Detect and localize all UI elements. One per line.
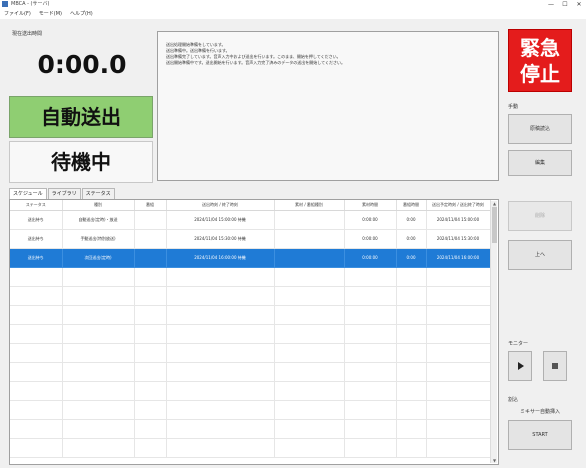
close-icon[interactable]: ✕ xyxy=(572,0,586,9)
cell-program-time: 0:00 xyxy=(396,229,427,249)
table-row-empty xyxy=(10,381,491,401)
table-row-selected[interactable]: 送出待ち 次回送出(定時) 2024/11/04 16:00:00 待機 0:0… xyxy=(10,248,491,268)
cell-status: 送出待ち xyxy=(10,229,63,249)
cell-program-time: 0:00 xyxy=(396,210,427,230)
table-scrollbar[interactable]: ▲ ▼ xyxy=(490,201,497,463)
table-row-empty xyxy=(10,305,491,325)
log-line: 送出開始準備中です。送出開始を行います。音声入力完了済みのデータの送出を開始して… xyxy=(166,60,345,65)
table-row-empty xyxy=(10,286,491,306)
menu-help[interactable]: ヘルプ(H) xyxy=(70,9,93,19)
table-row-empty xyxy=(10,438,491,458)
table-header: ステータス 種別 番組 送出時刻 / 終了時刻 素材 / 番組種別 素材時間 番… xyxy=(10,200,491,211)
cell-duration: 0:00:00 xyxy=(344,229,397,249)
table-row-empty xyxy=(10,400,491,420)
edit-button[interactable]: 編集 xyxy=(508,150,572,176)
cell-duration: 0:00:00 xyxy=(344,248,397,268)
monitor-label: モニター xyxy=(508,341,529,347)
emergency-stop-line2: 停止 xyxy=(520,61,560,86)
emergency-stop-line1: 緊急 xyxy=(520,35,560,60)
table-row-empty xyxy=(10,362,491,382)
scroll-down-icon[interactable]: ▼ xyxy=(491,458,498,463)
cell-material xyxy=(274,229,345,249)
table-row[interactable]: 送出待ち 自動送出(定時)・放送 2024/11/04 15:00:00 待機 … xyxy=(10,210,491,230)
emergency-stop-button[interactable]: 緊急 停止 xyxy=(508,29,572,92)
elapsed-timer: 0:00.0 xyxy=(37,50,127,79)
scrollbar-thumb[interactable] xyxy=(492,207,497,243)
table-row-empty xyxy=(10,343,491,363)
table-row[interactable]: 送出待ち 手動送出(特別放送) 2024/11/04 15:30:00 待機 0… xyxy=(10,229,491,249)
elapsed-label: 現在送出時間 xyxy=(12,31,43,37)
cell-time: 2024/11/04 15:00:00 待機 xyxy=(166,210,275,230)
cell-program-time: 0:00 xyxy=(396,248,427,268)
menu-mode[interactable]: モード(M) xyxy=(39,9,62,19)
cell-type: 次回送出(定時) xyxy=(62,248,135,268)
stop-icon xyxy=(552,363,558,369)
cell-time: 2024/11/04 16:00:00 待機 xyxy=(166,248,275,268)
menu-bar: ファイル(F) モード(M) ヘルプ(H) xyxy=(0,9,586,19)
delete-button[interactable]: 削除 xyxy=(508,201,572,231)
column-header[interactable]: 素材 / 番組種別 xyxy=(274,200,345,211)
cell-scheduled: 2024/11/04 15:30:00 xyxy=(426,229,491,249)
insert-caption: ミキサー自動挿入 xyxy=(520,409,561,415)
window-controls: — ☐ ✕ xyxy=(544,0,586,9)
cell-status: 送出待ち xyxy=(10,248,63,268)
cell-scheduled: 2024/11/04 15:00:00 xyxy=(426,210,491,230)
insert-label: 割込 xyxy=(508,397,519,403)
column-header[interactable]: 番組 xyxy=(134,200,167,211)
table-row-empty xyxy=(10,324,491,344)
manual-read-button[interactable]: 原稿読込 xyxy=(508,114,572,144)
auto-send-indicator: 自動送出 xyxy=(9,96,153,138)
table-row-empty xyxy=(10,419,491,439)
cell-program xyxy=(134,229,167,249)
scroll-up-icon[interactable]: ▲ xyxy=(491,201,498,206)
column-header[interactable]: 送出予定時刻 / 送出終了時刻 xyxy=(426,200,491,211)
play-button[interactable] xyxy=(508,351,532,381)
cell-material xyxy=(274,248,345,268)
column-header[interactable]: ステータス xyxy=(10,200,63,211)
manual-section-label: 手動 xyxy=(508,104,519,110)
play-icon xyxy=(518,362,524,370)
table-row-empty xyxy=(10,267,491,287)
cell-type: 自動送出(定時)・放送 xyxy=(62,210,135,230)
minimize-icon[interactable]: — xyxy=(544,0,558,9)
cell-scheduled: 2024/11/04 16:00:00 xyxy=(426,248,491,268)
menu-file[interactable]: ファイル(F) xyxy=(4,9,31,19)
move-up-button[interactable]: 上へ xyxy=(508,240,572,270)
cell-type: 手動送出(特別放送) xyxy=(62,229,135,249)
stop-button[interactable] xyxy=(543,351,567,381)
cell-program xyxy=(134,248,167,268)
window-title: MBCA - (サーバ) xyxy=(11,1,50,7)
log-panel: 送出処理開始準備をしています。 送出準備中。送出準備を行います。 送出準備完了し… xyxy=(157,31,499,181)
maximize-icon[interactable]: ☐ xyxy=(558,0,572,9)
app-icon xyxy=(2,1,8,7)
cell-status: 送出待ち xyxy=(10,210,63,230)
schedule-table: ステータス 種別 番組 送出時刻 / 終了時刻 素材 / 番組種別 素材時間 番… xyxy=(9,199,499,465)
cell-program xyxy=(134,210,167,230)
cell-duration: 0:00:00 xyxy=(344,210,397,230)
cell-material xyxy=(274,210,345,230)
status-indicator: 待機中 xyxy=(9,141,153,183)
cell-time: 2024/11/04 15:30:00 待機 xyxy=(166,229,275,249)
column-header[interactable]: 番組時間 xyxy=(396,200,427,211)
column-header[interactable]: 送出時刻 / 終了時刻 xyxy=(166,200,275,211)
start-button[interactable]: START xyxy=(508,420,572,450)
title-bar: MBCA - (サーバ) xyxy=(0,0,586,9)
column-header[interactable]: 素材時間 xyxy=(344,200,397,211)
column-header[interactable]: 種別 xyxy=(62,200,135,211)
